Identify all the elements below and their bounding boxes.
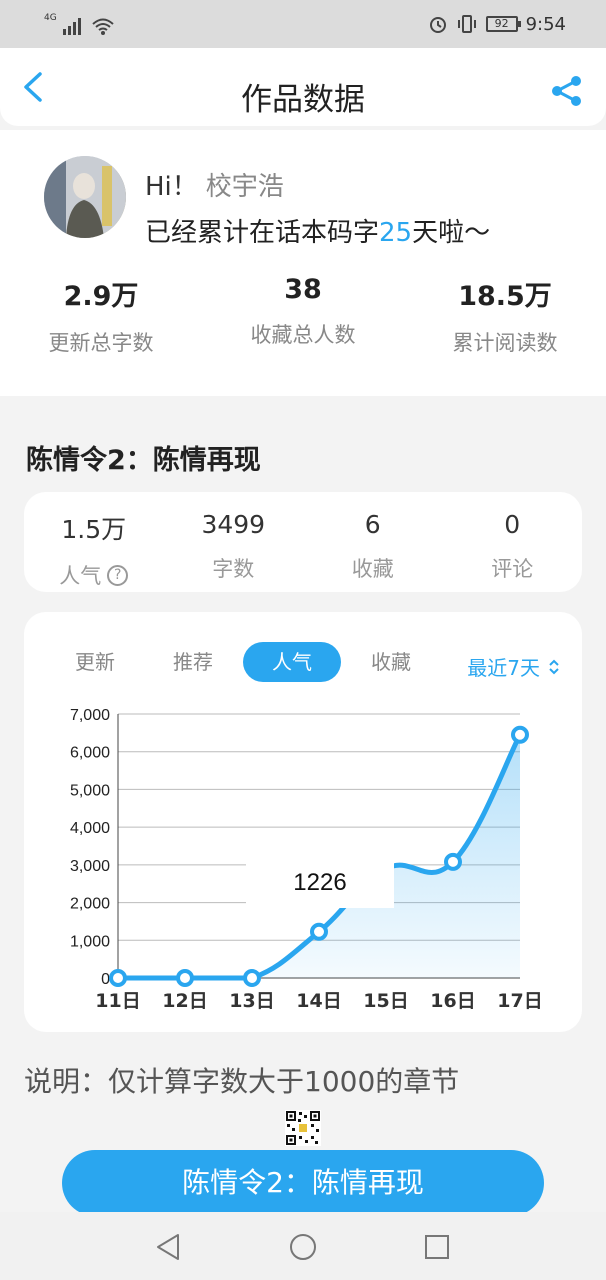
y-tick-label: 0 — [101, 971, 110, 988]
work-stat-words: 3499 字数 — [164, 492, 304, 592]
data-point — [444, 852, 462, 871]
greeting-line: Hi！ 校宇浩 — [145, 166, 284, 203]
stat-value: 38 — [284, 274, 322, 305]
status-bar: 4G 92 9:54 — [0, 0, 606, 48]
profile-stats: 2.9万 更新总字数 38 收藏总人数 18.5万 累计阅读数 — [0, 274, 606, 357]
clock: 9:54 — [525, 13, 566, 35]
status-right: 92 9:54 — [428, 10, 566, 38]
y-tick-label: 7,000 — [70, 707, 110, 724]
stat-label: 收藏总人数 — [250, 323, 356, 347]
tab-favorites[interactable]: 收藏 — [342, 642, 440, 682]
x-tick-label: 15日 — [363, 990, 408, 1012]
work-title: 陈情令2：陈情再现 — [26, 445, 261, 476]
y-tick-label: 2,000 — [70, 896, 110, 913]
y-tick-label: 3,000 — [70, 858, 110, 875]
range-label: 最近7天 — [467, 656, 540, 680]
work-stats-card: 1.5万 人气 ? 3499 字数 6 收藏 0 评论 — [24, 492, 582, 592]
stat-total-reads: 18.5万 累计阅读数 — [404, 274, 606, 357]
battery-icon: 92 — [485, 16, 521, 32]
wifi-icon — [92, 18, 114, 35]
writing-days: 已经累计在话本码字25天啦～ — [145, 212, 490, 249]
note-text: 说明：仅计算字数大于1000的章节 — [24, 1065, 460, 1098]
avatar-image — [44, 156, 126, 238]
nav-back-icon[interactable] — [152, 1230, 186, 1264]
x-tick-label: 12日 — [162, 990, 207, 1012]
x-tick-label: 17日 — [497, 990, 542, 1012]
days-suffix: 天啦～ — [412, 218, 491, 248]
x-tick-label: 11日 — [95, 990, 140, 1012]
signal-icon — [62, 18, 81, 35]
work-stat-label: 人气 — [59, 564, 102, 588]
share-icon[interactable] — [550, 74, 584, 108]
data-point — [243, 969, 261, 987]
work-stat-favorites: 6 收藏 — [303, 492, 443, 592]
work-stat-popularity: 1.5万 人气 ? — [24, 492, 164, 592]
sort-arrows-icon — [549, 659, 559, 674]
data-point — [176, 969, 194, 987]
work-stat-value: 1.5万 — [61, 515, 127, 544]
alarm-icon — [429, 17, 446, 33]
profile-card: Hi！ 校宇浩 已经累计在话本码字25天啦～ 2.9万 更新总字数 38 收藏总人… — [0, 130, 606, 396]
y-tick-label: 4,000 — [70, 820, 110, 837]
help-icon[interactable]: ? — [107, 564, 129, 586]
system-nav-bar — [0, 1212, 606, 1280]
stat-total-words: 2.9万 更新总字数 — [0, 274, 202, 357]
tab-update[interactable]: 更新 — [46, 642, 144, 682]
work-stat-label: 收藏 — [351, 557, 394, 581]
x-tick-label: 14日 — [296, 990, 341, 1012]
x-tick-label: 16日 — [430, 990, 475, 1012]
nav-recents-icon[interactable] — [420, 1230, 454, 1264]
range-select[interactable]: 最近7天 — [467, 652, 560, 681]
work-stat-comments: 0 评论 — [443, 492, 583, 592]
y-tick-label: 1,000 — [70, 933, 110, 950]
data-point — [511, 725, 529, 744]
username: 校宇浩 — [205, 172, 284, 202]
stat-value: 18.5万 — [458, 281, 552, 312]
page-title: 作品数据 — [241, 82, 365, 118]
signal-area: 4G — [44, 13, 115, 35]
avatar[interactable] — [44, 156, 126, 238]
work-stat-label-row: 人气 ? — [24, 560, 164, 590]
greeting: Hi！ — [145, 172, 198, 202]
work-stat-label: 字数 — [212, 557, 255, 581]
app-header: 作品数据 — [0, 48, 606, 126]
days-count: 25 — [379, 218, 413, 248]
work-stat-label: 评论 — [491, 557, 534, 581]
x-tick-label: 13日 — [229, 990, 274, 1012]
vibrate-icon — [457, 15, 476, 33]
work-stat-value: 3499 — [201, 510, 266, 539]
tab-recommend[interactable]: 推荐 — [144, 642, 242, 682]
y-tick-label: 6,000 — [70, 745, 110, 762]
tooltip-value: 1226 — [293, 869, 346, 896]
tab-popularity[interactable]: 人气 — [243, 642, 341, 682]
y-tick-label: 5,000 — [70, 782, 110, 799]
work-select-button[interactable]: 陈情令2：陈情再现 — [62, 1150, 544, 1216]
stat-value: 2.9万 — [63, 281, 139, 312]
days-prefix: 已经累计在话本码字 — [145, 218, 380, 248]
work-stat-value: 0 — [504, 510, 521, 539]
work-stat-value: 6 — [364, 510, 381, 539]
data-point — [109, 969, 127, 987]
nav-home-icon[interactable] — [286, 1230, 320, 1264]
stat-total-favorites: 38 收藏总人数 — [202, 274, 404, 357]
chart-card: 0 1,000 2,000 3,000 4,000 5,000 6,000 7,000 11日 1… — [24, 612, 582, 1032]
stat-label: 更新总字数 — [48, 331, 154, 355]
stat-label: 累计阅读数 — [452, 331, 558, 355]
qr-code-icon[interactable] — [285, 1110, 321, 1146]
network-type: 4G — [44, 13, 57, 23]
data-point — [310, 922, 328, 941]
